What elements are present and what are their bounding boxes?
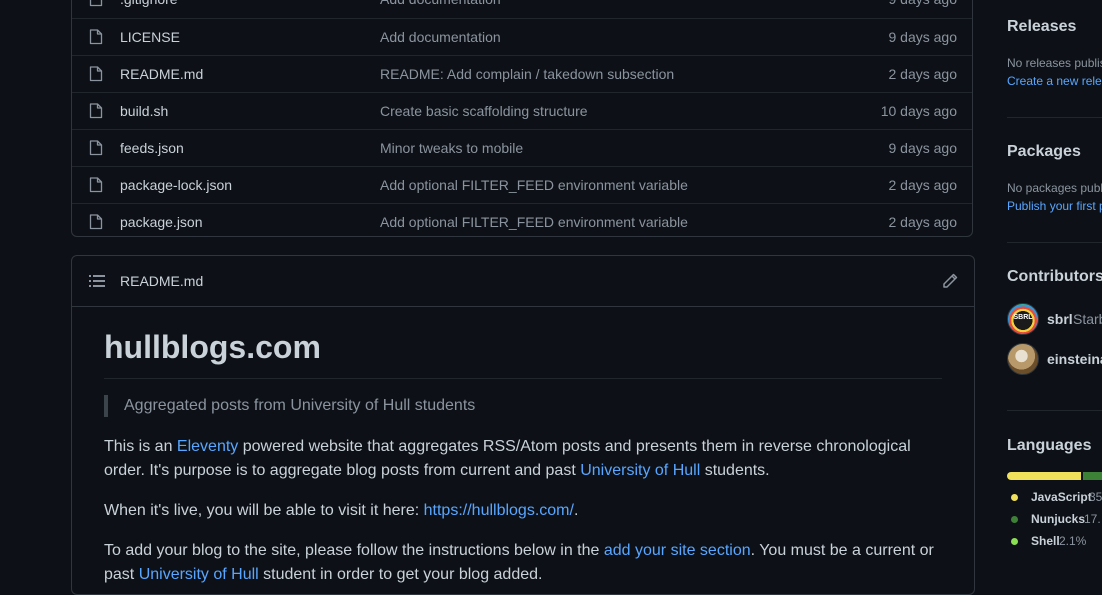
- readme-box: README.md hullblogs.com Aggregated posts…: [71, 255, 975, 595]
- commit-message-link[interactable]: Create basic scaffolding structure: [380, 103, 588, 119]
- file-row[interactable]: package.json Add optional FILTER_FEED env…: [72, 203, 972, 240]
- file-name-link[interactable]: LICENSE: [120, 29, 180, 45]
- file-icon: [89, 29, 103, 45]
- language-color-dot: [1011, 516, 1018, 523]
- file-name-link[interactable]: package-lock.json: [120, 177, 232, 193]
- commit-age: 2 days ago: [888, 66, 958, 82]
- text: .: [573, 502, 579, 520]
- hullblogs-link[interactable]: https://hullblogs.com/: [424, 502, 574, 519]
- text: To add your blog to the site, please fol…: [104, 542, 604, 560]
- repo-sidebar: Releases No releases published Create a …: [1007, 0, 1102, 578]
- language-bar: [1007, 472, 1102, 480]
- commit-message-link[interactable]: README: Add complain / takedown subsecti…: [380, 66, 674, 82]
- file-name-link[interactable]: package.json: [120, 214, 203, 230]
- packages-empty-text: No packages published: [1007, 181, 1102, 195]
- commit-message-link[interactable]: Add documentation: [380, 0, 501, 7]
- divider: [1007, 242, 1102, 243]
- file-name-link[interactable]: .gitignore: [120, 0, 178, 7]
- language-name: JavaScript: [1031, 490, 1092, 504]
- language-color-dot: [1011, 494, 1018, 501]
- avatar-label: SBRL: [1013, 314, 1033, 321]
- packages-heading[interactable]: Packages: [1007, 143, 1081, 161]
- avatar[interactable]: SBRL: [1007, 303, 1039, 335]
- text: students.: [700, 462, 770, 480]
- file-row[interactable]: LICENSE Add documentation 9 days ago: [72, 18, 972, 55]
- text: When it's live, you will be able to visi…: [104, 502, 424, 520]
- file-row[interactable]: package-lock.json Add optional FILTER_FEE…: [72, 166, 972, 203]
- contributors-heading[interactable]: Contributors: [1007, 268, 1102, 286]
- releases-heading[interactable]: Releases: [1007, 18, 1076, 36]
- language-percent: 17.: [1084, 512, 1101, 526]
- file-name-link[interactable]: feeds.json: [120, 140, 184, 156]
- file-icon: [89, 177, 103, 193]
- file-row[interactable]: README.md README: Add complain / takedown…: [72, 55, 972, 92]
- file-icon: [89, 103, 103, 119]
- readme-paragraph-add: To add your blog to the site, please fol…: [104, 539, 942, 587]
- commit-message-link[interactable]: Add optional FILTER_FEED environment var…: [380, 177, 688, 193]
- commit-message-link[interactable]: Add documentation: [380, 29, 501, 45]
- divider: [1007, 117, 1102, 118]
- file-name-link[interactable]: README.md: [120, 66, 203, 82]
- add-your-site-link[interactable]: add your site section: [604, 542, 751, 559]
- pencil-icon[interactable]: [942, 273, 958, 289]
- readme-header: README.md: [72, 256, 974, 307]
- contributor-name: Starbeamrainbowlabs: [1073, 311, 1102, 327]
- readme-content: hullblogs.com Aggregated posts from Univ…: [104, 306, 942, 587]
- file-list: .gitignoreAdd documentation9 days agoLIC…: [71, 0, 973, 237]
- commit-age: 2 days ago: [888, 214, 958, 230]
- language-bar-segment: [1082, 472, 1102, 480]
- avatar[interactable]: [1007, 343, 1039, 375]
- commit-age: 10 days ago: [880, 103, 957, 119]
- language-name: Nunjucks: [1031, 512, 1086, 526]
- language-color-dot: [1011, 538, 1018, 545]
- divider: [1007, 410, 1102, 411]
- commit-message-link[interactable]: Minor tweaks to mobile: [380, 140, 523, 156]
- text: This is an: [104, 438, 177, 456]
- file-row[interactable]: .gitignore Add documentation 9 days ago: [72, 0, 972, 18]
- language-name: Shell: [1031, 534, 1060, 548]
- commit-age: 9 days ago: [888, 29, 958, 45]
- file-icon: [89, 0, 103, 7]
- readme-filename: README.md: [120, 273, 204, 289]
- file-row[interactable]: feeds.json Minor tweaks to mobile 9 days a…: [72, 129, 972, 166]
- readme-paragraph-live: When it's live, you will be able to visi…: [104, 499, 942, 523]
- text: student in order to get your blog added.: [258, 566, 543, 584]
- file-icon: [89, 66, 103, 82]
- file-name-link[interactable]: build.sh: [120, 103, 168, 119]
- file-row[interactable]: build.sh Create basic scaffolding structu…: [72, 92, 972, 129]
- commit-age: 2 days ago: [888, 177, 958, 193]
- university-of-hull-link[interactable]: University of Hull: [580, 462, 700, 479]
- file-icon: [89, 214, 103, 230]
- language-bar-segment: [1007, 472, 1081, 480]
- publish-package-link[interactable]: Publish your first package: [1007, 199, 1102, 213]
- languages-heading: Languages: [1007, 437, 1092, 454]
- contributor-login[interactable]: sbrl: [1047, 311, 1073, 327]
- language-percent: 35: [1089, 490, 1102, 504]
- readme-paragraph-intro: This is an Eleventy powered website that…: [104, 435, 942, 483]
- readme-blockquote: Aggregated posts from University of Hull…: [104, 395, 942, 418]
- university-of-hull-link[interactable]: University of Hull: [139, 566, 259, 583]
- create-release-link[interactable]: Create a new release: [1007, 74, 1102, 88]
- commit-age: 9 days ago: [888, 140, 958, 156]
- file-icon: [89, 140, 103, 156]
- list-icon[interactable]: [89, 274, 105, 288]
- readme-title: hullblogs.com: [104, 328, 942, 380]
- contributor-login[interactable]: einsteina: [1047, 351, 1102, 367]
- commit-age: 9 days ago: [889, 0, 958, 7]
- language-percent: 2.1%: [1059, 534, 1087, 548]
- eleventy-link[interactable]: Eleventy: [177, 438, 238, 455]
- commit-message-link[interactable]: Add optional FILTER_FEED environment var…: [380, 214, 688, 230]
- releases-empty-text: No releases published: [1007, 56, 1102, 70]
